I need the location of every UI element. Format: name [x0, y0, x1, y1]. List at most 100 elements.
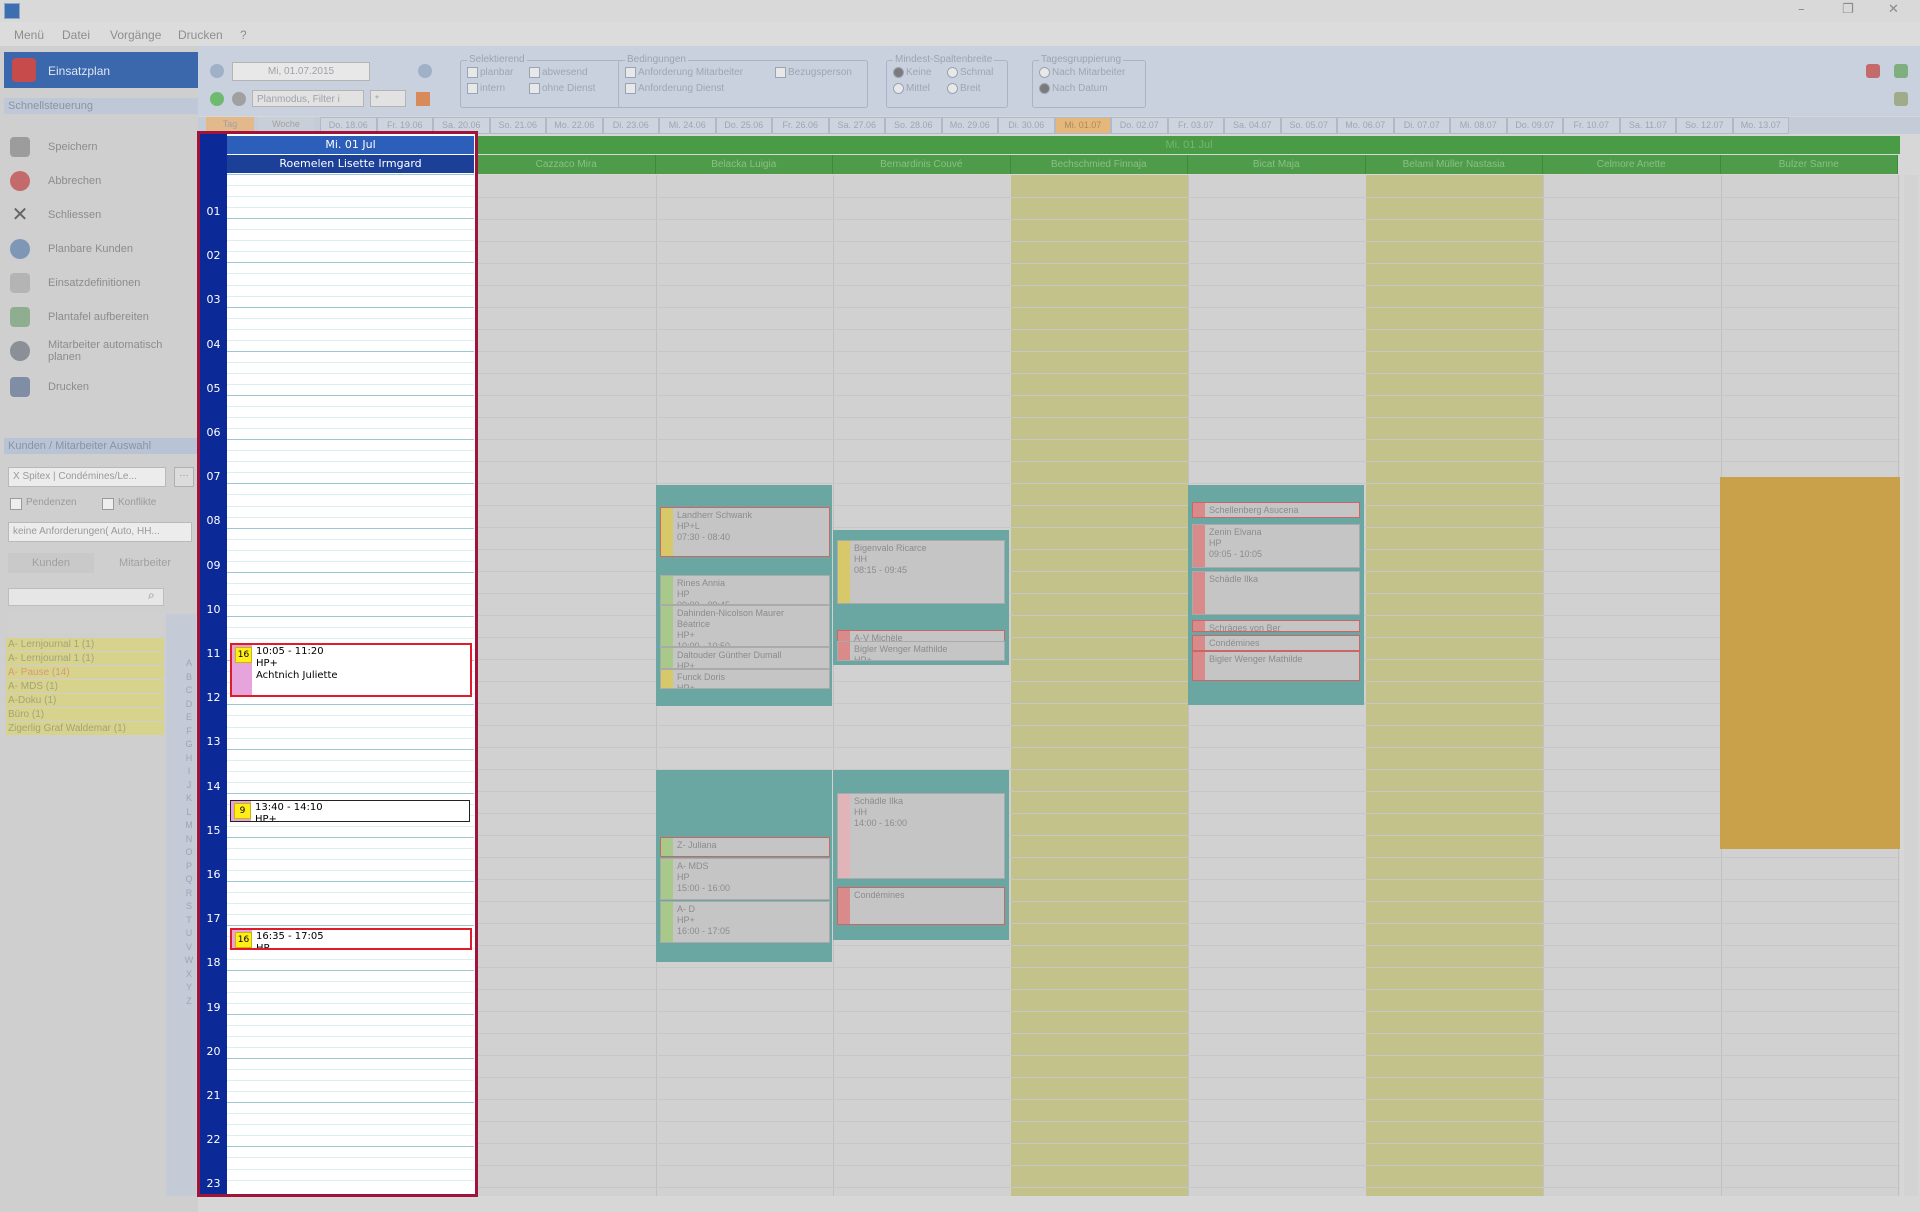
alphabet-letter[interactable]: H: [182, 753, 196, 767]
alphabet-letter[interactable]: R: [182, 888, 196, 902]
alphabet-letter[interactable]: Z: [182, 996, 196, 1010]
employee-column-header[interactable]: Cazzaco Mira: [478, 155, 656, 174]
star-combo[interactable]: *: [370, 90, 406, 107]
alphabet-letter[interactable]: O: [182, 847, 196, 861]
alphabet-letter[interactable]: S: [182, 901, 196, 915]
list-item[interactable]: A- Pause (14): [6, 666, 164, 679]
alphabet-letter[interactable]: I: [182, 766, 196, 780]
option-anforderung-dienst[interactable]: Anforderung Dienst: [625, 83, 724, 94]
next-date-icon[interactable]: [418, 64, 432, 78]
alphabet-letter[interactable]: E: [182, 712, 196, 726]
appointment-card[interactable]: Schellenberg AsucenaHH+08:00 - 09:00: [1192, 502, 1360, 518]
alphabet-letter[interactable]: F: [182, 726, 196, 740]
action-auto-planen[interactable]: Mitarbeiter automatisch planen: [10, 339, 196, 373]
appointment-card[interactable]: Schädle Ilka: [1192, 571, 1360, 615]
option-abwesend[interactable]: abwesend: [529, 67, 588, 78]
alphabet-letter[interactable]: W: [182, 955, 196, 969]
tab-kunden[interactable]: Kunden: [8, 553, 94, 573]
anforderung-combo[interactable]: keine Anforderungen( Auto, HH...: [8, 522, 192, 542]
employee-column-header[interactable]: Bernardinis Couvé: [833, 155, 1011, 174]
date-cell[interactable]: Do. 02.07: [1111, 117, 1168, 134]
alphabet-letter[interactable]: A: [182, 658, 196, 672]
appointment-card[interactable]: A- D HP+ 16:00 - 17:05: [660, 901, 830, 943]
mode-combo[interactable]: Planmodus, Filter i: [252, 90, 364, 107]
date-cell[interactable]: Sa. 11.07: [1619, 117, 1676, 134]
menu-item-drucken[interactable]: Drucken: [178, 28, 223, 42]
employee-column-header[interactable]: Belami Müller Nastasia: [1365, 155, 1543, 174]
alphabet-letter[interactable]: B: [182, 672, 196, 686]
alphabet-letter[interactable]: T: [182, 915, 196, 929]
action-plantafel[interactable]: Plantafel aufbereiten: [10, 305, 196, 331]
appointment-card[interactable]: Schräges von Ber: [1192, 620, 1360, 632]
prev-date-icon[interactable]: [210, 64, 224, 78]
radio-nach-mitarbeiter[interactable]: Nach Mitarbeiter: [1039, 67, 1125, 78]
action-einsatzdefinitionen[interactable]: Einsatzdefinitionen: [10, 271, 196, 297]
alphabet-letter[interactable]: Y: [182, 982, 196, 996]
date-cell[interactable]: Mo. 29.06: [941, 117, 998, 134]
employee-column-header[interactable]: Celmore Anette: [1543, 155, 1721, 174]
date-cell[interactable]: Fr. 03.07: [1167, 117, 1224, 134]
maximize-button[interactable]: ❐: [1842, 2, 1854, 17]
refresh-icon[interactable]: [210, 92, 224, 106]
action-schliessen[interactable]: ✕ Schliessen: [10, 203, 196, 229]
date-cell[interactable]: Mi. 08.07: [1450, 117, 1507, 134]
date-cell[interactable]: So. 28.06: [885, 117, 942, 134]
action-planbare-kunden[interactable]: Planbare Kunden: [10, 237, 196, 263]
employee-column-header[interactable]: Bechschmied Finnaja: [1010, 155, 1188, 174]
employee-column-header[interactable]: Bicat Maja: [1188, 155, 1366, 174]
date-cell[interactable]: Di. 23.06: [602, 117, 659, 134]
minimize-button[interactable]: –: [1798, 2, 1805, 17]
date-field[interactable]: Mi, 01.07.2015: [232, 62, 370, 81]
date-cell[interactable]: Fr. 10.07: [1563, 117, 1620, 134]
date-cell[interactable]: So. 21.06: [489, 117, 546, 134]
search-icon[interactable]: ⌕: [148, 588, 162, 604]
list-item[interactable]: Büro (1): [6, 708, 164, 721]
alphabet-letter[interactable]: D: [182, 699, 196, 713]
alphabet-letter[interactable]: L: [182, 807, 196, 821]
list-item[interactable]: A-Doku (1): [6, 694, 164, 707]
date-cell[interactable]: Do. 25.06: [715, 117, 772, 134]
appointment-card[interactable]: Bigler Wenger Mathilde: [1192, 651, 1360, 681]
menu-item-datei[interactable]: Datei: [62, 28, 90, 42]
list-item[interactable]: Zigerlig Graf Waldemar (1): [6, 722, 164, 735]
appointment-card[interactable]: Landherr Schwank HP+L 07:30 - 08:40: [660, 507, 830, 557]
option-anforderung-mitarbeiter[interactable]: Anforderung Mitarbeiter: [625, 67, 743, 78]
menu-item-menu[interactable]: Menü: [14, 28, 44, 42]
list-item[interactable]: A- Lernjournal 1 (1): [6, 652, 164, 665]
alphabet-letter[interactable]: X: [182, 969, 196, 983]
date-cell[interactable]: Di. 30.06: [998, 117, 1055, 134]
tool-red-icon[interactable]: [1866, 64, 1880, 78]
alphabet-letter[interactable]: N: [182, 834, 196, 848]
tool-green-icon[interactable]: [1894, 64, 1908, 78]
date-cell[interactable]: Mo. 13.07: [1732, 117, 1789, 134]
date-cell[interactable]: Sa. 27.06: [828, 117, 885, 134]
appointment-card[interactable]: A- MDS HP 15:00 - 16:00: [660, 858, 830, 900]
org-more-button[interactable]: …: [174, 467, 194, 487]
appointment-card[interactable]: Bigler Wenger Mathilde HP+: [837, 641, 1005, 661]
alphabet-letter[interactable]: J: [182, 780, 196, 794]
appointment-card[interactable]: Condémines: [837, 887, 1005, 925]
option-planbar[interactable]: planbar: [467, 67, 513, 78]
appointment-card[interactable]: Funck Doris HP+: [660, 669, 830, 689]
option-bezugsperson[interactable]: Bezugsperson: [775, 67, 852, 78]
date-cell[interactable]: Mi. 01.07: [1054, 117, 1111, 134]
appointment-card[interactable]: Bigenvalo Ricarce HH 08:15 - 09:45: [837, 540, 1005, 604]
action-drucken[interactable]: Drucken: [10, 375, 196, 401]
date-cell[interactable]: So. 12.07: [1676, 117, 1733, 134]
calendar-icon[interactable]: [416, 92, 430, 106]
alphabet-letter[interactable]: P: [182, 861, 196, 875]
menu-item-vorgaenge[interactable]: Vorgänge: [110, 28, 161, 42]
appointment-card[interactable]: Daltouder Günther Dumall HP+: [660, 647, 830, 669]
date-cell[interactable]: Di. 07.07: [1393, 117, 1450, 134]
date-cell[interactable]: Mi. 24.06: [659, 117, 716, 134]
alphabet-letter[interactable]: C: [182, 685, 196, 699]
appointment-card[interactable]: CondéminesLanterchen: [1192, 635, 1360, 651]
tab-woche[interactable]: Woche: [258, 117, 314, 132]
alphabet-letter[interactable]: M: [182, 820, 196, 834]
date-cell[interactable]: Mo. 06.07: [1337, 117, 1394, 134]
pendenzen-checkbox[interactable]: [10, 498, 22, 510]
employee-column-header[interactable]: Bulzer Sanne: [1720, 155, 1898, 174]
search-input[interactable]: [8, 588, 164, 606]
action-abbrechen[interactable]: Abbrechen: [10, 169, 196, 195]
date-cell[interactable]: Sa. 04.07: [1224, 117, 1281, 134]
